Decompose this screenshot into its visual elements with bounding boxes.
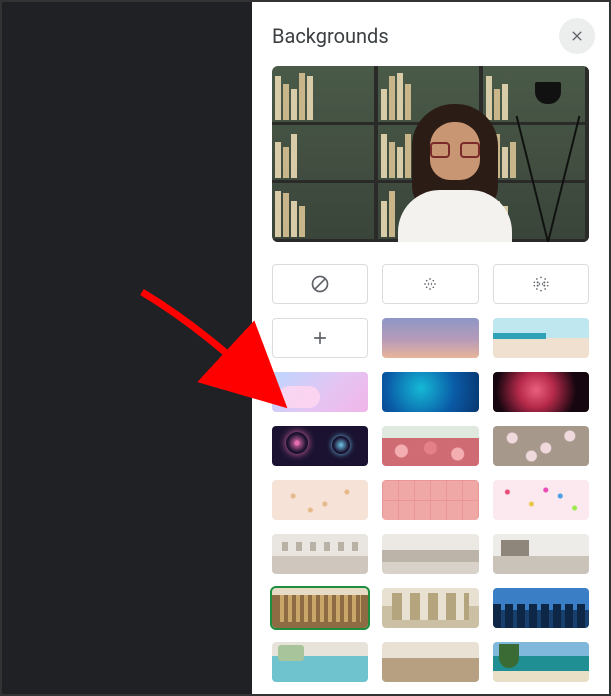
- panel-title: Backgrounds: [272, 24, 389, 48]
- close-icon: [569, 28, 585, 44]
- background-tile-kitchen[interactable]: [382, 588, 478, 628]
- plus-icon: [310, 328, 330, 348]
- background-tile-flowers[interactable]: [382, 426, 478, 466]
- background-tile-fireworks[interactable]: [272, 426, 368, 466]
- background-tile-room1[interactable]: [272, 534, 368, 574]
- background-tile-nebula[interactable]: [493, 372, 589, 412]
- background-tile-pool[interactable]: [272, 642, 368, 682]
- preview-person: [380, 92, 530, 242]
- close-button[interactable]: [559, 18, 595, 54]
- no-background-icon: [310, 274, 330, 294]
- background-tile-ocean[interactable]: [382, 372, 478, 412]
- option-no-background[interactable]: [272, 264, 368, 304]
- backgrounds-panel: Backgrounds: [252, 2, 609, 694]
- panel-header: Backgrounds: [272, 12, 589, 60]
- background-tile-confetti[interactable]: [493, 480, 589, 520]
- option-upload-background[interactable]: [272, 318, 368, 358]
- background-tile-room3[interactable]: [493, 534, 589, 574]
- background-tile-sunset[interactable]: [382, 318, 478, 358]
- background-tile-room2[interactable]: [382, 534, 478, 574]
- background-tile-city[interactable]: [493, 588, 589, 628]
- background-tile-cafe[interactable]: [382, 642, 478, 682]
- background-tile-blossom[interactable]: [493, 426, 589, 466]
- meeting-dark-area: [2, 2, 252, 694]
- background-tile-sparkle[interactable]: [272, 480, 368, 520]
- option-blur[interactable]: [493, 264, 589, 304]
- background-grid: [272, 264, 589, 682]
- option-slight-blur[interactable]: [382, 264, 478, 304]
- background-tile-beach[interactable]: [493, 318, 589, 358]
- background-tile-island[interactable]: [493, 642, 589, 682]
- background-tile-pinkpat[interactable]: [382, 480, 478, 520]
- background-tile-pastel[interactable]: [272, 372, 368, 412]
- background-tile-library[interactable]: [272, 588, 368, 628]
- self-preview: [272, 66, 589, 242]
- slight-blur-icon: [420, 274, 440, 294]
- blur-icon: [531, 274, 551, 294]
